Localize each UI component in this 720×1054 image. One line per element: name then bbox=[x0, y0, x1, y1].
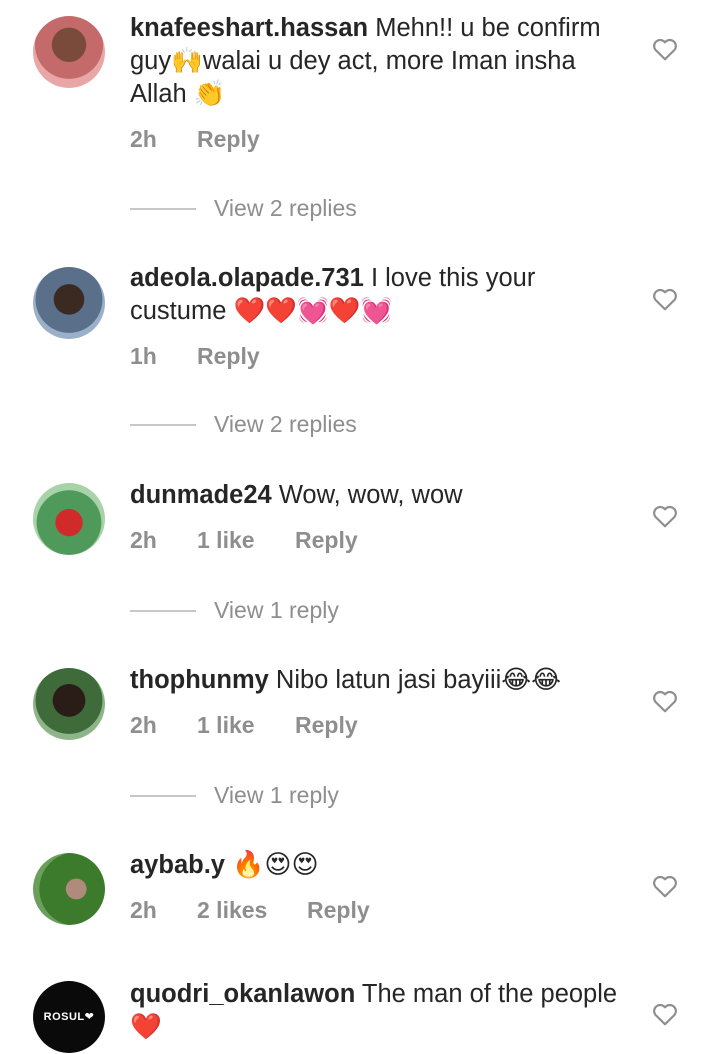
heart-outline-icon[interactable] bbox=[652, 504, 678, 528]
likes-count[interactable]: 2 likes bbox=[197, 897, 267, 924]
reply-button[interactable]: Reply bbox=[197, 343, 260, 370]
heart-outline-icon[interactable] bbox=[652, 689, 678, 713]
divider-line bbox=[130, 208, 196, 210]
comment-username[interactable]: aybab.y bbox=[130, 851, 225, 879]
heart-outline-icon[interactable] bbox=[652, 287, 678, 311]
comment-username[interactable]: knafeeshart.hassan bbox=[130, 14, 368, 42]
avatar[interactable] bbox=[33, 267, 105, 339]
comment-username[interactable]: adeola.olapade.731 bbox=[130, 264, 364, 292]
comment-text: Wow, wow, wow bbox=[278, 481, 463, 509]
heart-outline-icon[interactable] bbox=[652, 874, 678, 898]
likes-count[interactable]: 1 like bbox=[197, 712, 255, 739]
avatar[interactable] bbox=[33, 483, 105, 555]
reply-button[interactable]: Reply bbox=[197, 126, 260, 153]
view-replies-label: View 2 replies bbox=[214, 195, 357, 221]
avatar[interactable] bbox=[33, 853, 105, 925]
avatar[interactable]: ROSUL❤ bbox=[33, 981, 105, 1053]
divider-line bbox=[130, 424, 196, 426]
comment-username[interactable]: dunmade24 bbox=[130, 481, 272, 509]
reply-button[interactable]: Reply bbox=[295, 527, 358, 554]
comment-text: Nibo latun jasi bayiii😂😂 bbox=[275, 666, 561, 694]
view-replies-label: View 2 replies bbox=[214, 411, 357, 437]
comment-username[interactable]: thophunmy bbox=[130, 666, 269, 694]
comment-username[interactable]: quodri_okanlawon bbox=[130, 980, 355, 1008]
avatar[interactable] bbox=[33, 16, 105, 88]
likes-count[interactable]: 1 like bbox=[197, 527, 255, 554]
comment-time: 2h bbox=[130, 712, 157, 738]
divider-line bbox=[130, 795, 196, 797]
divider-line bbox=[130, 610, 196, 612]
comment-time: 2h bbox=[130, 897, 157, 923]
reply-button[interactable]: Reply bbox=[295, 712, 358, 739]
comment-time: 2h bbox=[130, 126, 157, 152]
comment-text: 🔥😍😍 bbox=[232, 850, 319, 880]
comment-time: 2h bbox=[130, 527, 157, 553]
avatar[interactable] bbox=[33, 668, 105, 740]
reply-button[interactable]: Reply bbox=[307, 897, 370, 924]
view-replies-label: View 1 reply bbox=[214, 597, 339, 623]
view-replies-label: View 1 reply bbox=[214, 782, 339, 808]
heart-outline-icon[interactable] bbox=[652, 37, 678, 61]
heart-outline-icon[interactable] bbox=[652, 1002, 678, 1026]
comment-time: 1h bbox=[130, 343, 157, 369]
